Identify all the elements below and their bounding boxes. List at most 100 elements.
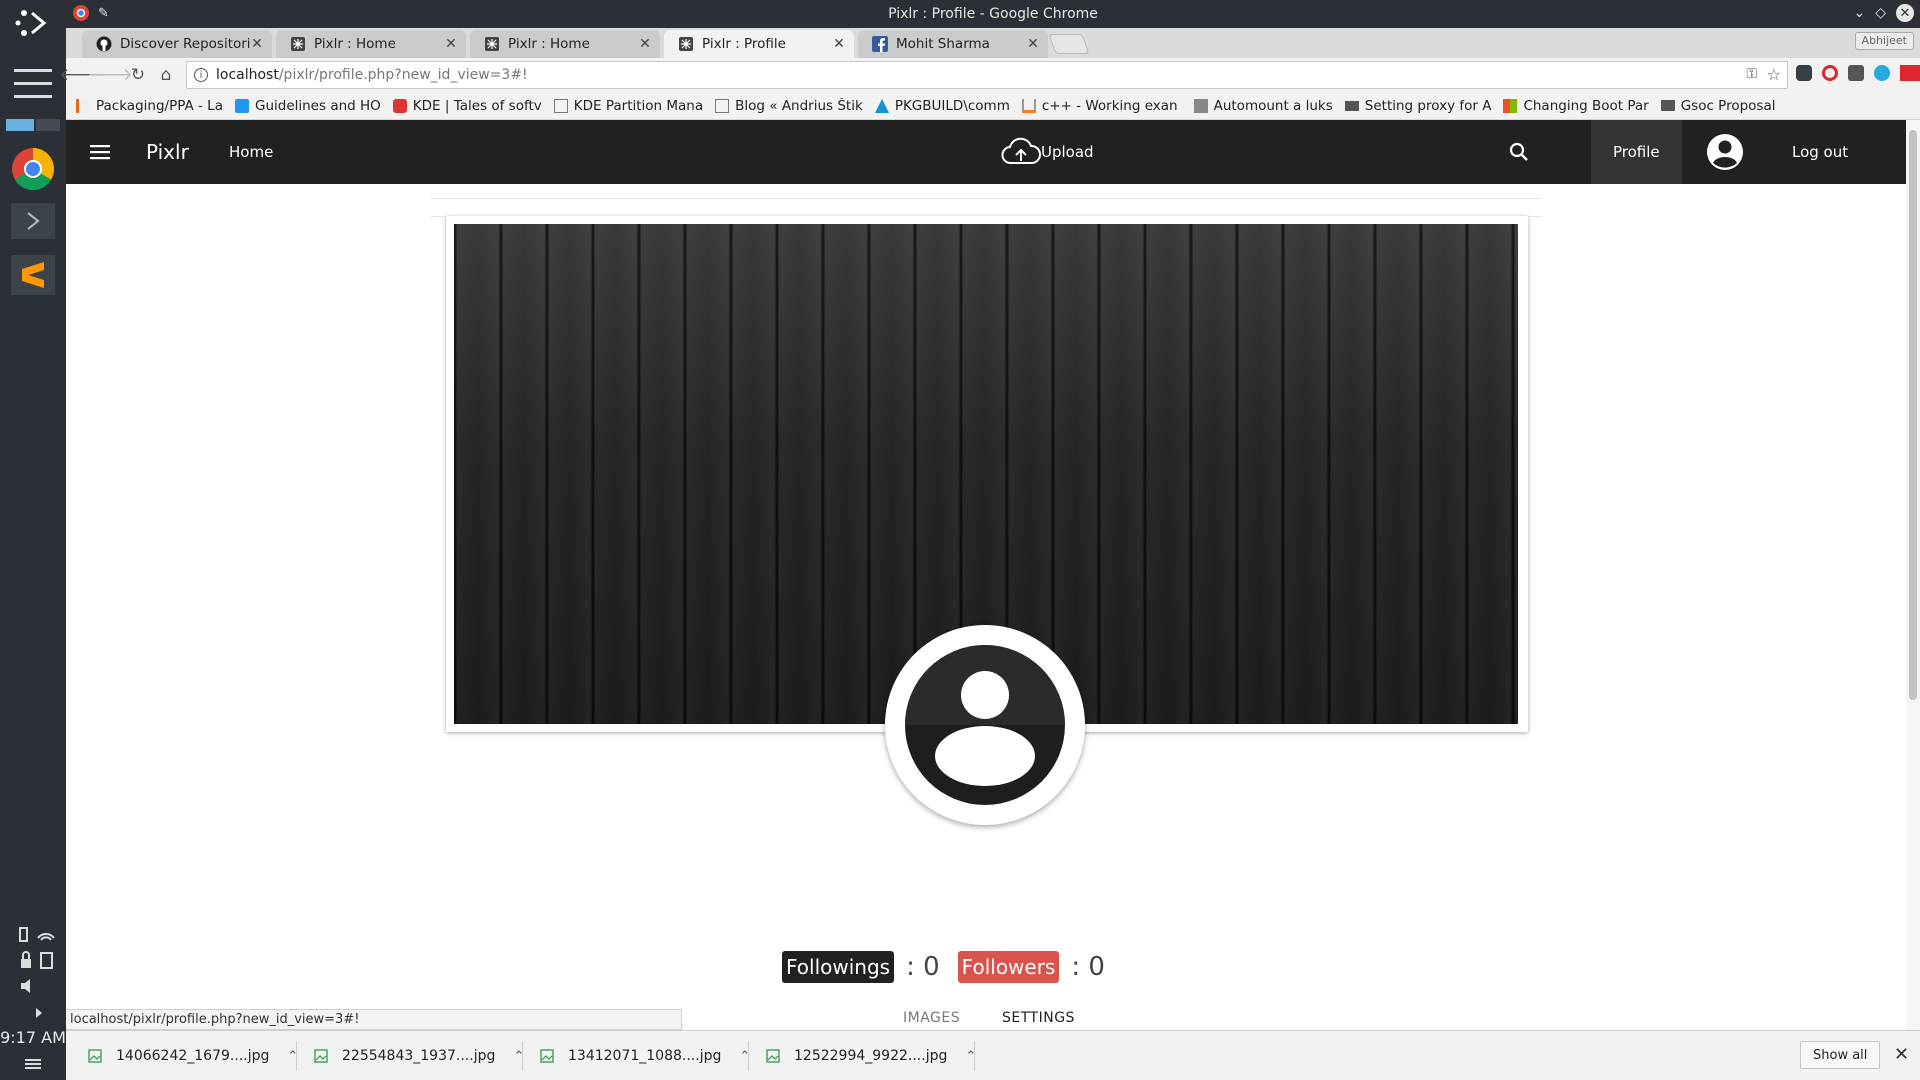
chrome-window-icon[interactable] — [72, 4, 90, 22]
menu-icon[interactable] — [0, 66, 66, 102]
bookmark-item[interactable]: Blog « Andrius Štik — [715, 98, 863, 114]
followings-badge[interactable]: Followings — [782, 951, 895, 983]
nav-home-link[interactable]: Home — [229, 120, 273, 184]
evernote-extension-icon[interactable] — [1796, 64, 1812, 81]
minimize-icon[interactable]: ⌄ — [1853, 5, 1865, 21]
sync-extension-icon[interactable] — [1874, 64, 1890, 81]
tab-settings[interactable]: SETTINGS — [1002, 1010, 1075, 1026]
tab-title: Discover Repositories — [120, 36, 250, 52]
tab-discover-repositories[interactable]: Discover Repositories ✕ — [82, 30, 272, 58]
facebook-icon — [872, 36, 888, 52]
key-icon[interactable]: ⚿ — [1746, 66, 1757, 82]
close-tab-icon[interactable]: ✕ — [832, 36, 846, 52]
page-scrollbar[interactable] — [1906, 120, 1920, 1030]
tab-title: Pixlr : Home — [508, 36, 590, 52]
status-url-bubble: localhost/pixlr/profile.php?new_id_view=… — [66, 1009, 682, 1030]
nav-upload-link[interactable]: Upload — [1001, 120, 1094, 184]
close-download-bar-icon[interactable]: ✕ — [1894, 1044, 1909, 1065]
profile-avatar[interactable] — [885, 625, 1085, 825]
tab-pixlr-home-1[interactable]: Pixlr : Home ✕ — [276, 30, 466, 58]
followers-count: : 0 — [1071, 952, 1105, 982]
close-tab-icon[interactable]: ✕ — [638, 36, 652, 52]
bookmark-star-icon[interactable]: ☆ — [1767, 65, 1781, 84]
image-file-icon — [766, 1049, 780, 1063]
brand-logo[interactable]: Pixlr — [146, 120, 189, 184]
github-icon — [96, 36, 112, 52]
divider — [431, 198, 1541, 199]
close-tab-icon[interactable]: ✕ — [444, 36, 458, 52]
expand-tray-icon[interactable] — [0, 1003, 66, 1023]
bookmark-item[interactable]: KDE | Tales of softv — [392, 98, 542, 114]
titlebar-left-icons: ✎ — [72, 4, 109, 22]
bookmark-item[interactable]: Changing Boot Par — [1503, 98, 1649, 114]
new-tab-button[interactable] — [1048, 34, 1090, 54]
chrome-taskbar-icon[interactable] — [0, 144, 66, 194]
hamburger-menu-icon[interactable] — [90, 120, 110, 184]
folder-icon — [1660, 100, 1675, 111]
sublime-taskbar-icon[interactable] — [0, 254, 66, 296]
bookmark-item[interactable]: c++ - Working exan — [1021, 98, 1178, 114]
gmail-extension-icon[interactable] — [1900, 64, 1920, 81]
kde-launcher-icon[interactable] — [0, 4, 66, 44]
panel-settings-icon[interactable] — [0, 1054, 66, 1074]
close-tab-icon[interactable]: ✕ — [250, 36, 264, 52]
tab-title: Mohit Sharma — [896, 36, 990, 52]
forward-button[interactable]: 🡒 — [87, 61, 133, 89]
systray-icons[interactable] — [0, 922, 66, 946]
bookmark-item[interactable]: Gsoc Proposal — [1660, 98, 1776, 114]
profile-badge[interactable]: Abhijeet — [1854, 32, 1914, 50]
pixlr-icon — [679, 37, 693, 51]
download-filename: 13412071_1088....jpg — [568, 1048, 722, 1064]
bookmark-item[interactable]: Packaging/PPA - La — [76, 98, 223, 114]
blog-icon — [392, 98, 407, 113]
separator — [522, 1041, 523, 1071]
nav-logout-link[interactable]: Log out — [1792, 120, 1848, 184]
scrollbar-thumb[interactable] — [1909, 130, 1917, 700]
tab-pixlr-profile[interactable]: Pixlr : Profile ✕ — [664, 30, 854, 58]
tab-strip: Discover Repositories ✕ Pixlr : Home ✕ P… — [66, 28, 1920, 58]
bookmark-item[interactable]: KDE Partition Mana — [553, 98, 703, 114]
bookmark-item[interactable]: Setting proxy for A — [1344, 98, 1491, 114]
nav-profile-link[interactable]: Profile — [1591, 120, 1682, 184]
close-window-icon[interactable]: ✕ — [1896, 4, 1914, 22]
close-tab-icon[interactable]: ✕ — [1026, 36, 1040, 52]
tab-pixlr-home-2[interactable]: Pixlr : Home ✕ — [470, 30, 660, 58]
download-item[interactable]: 12522994_9922....jpg ⌃ — [766, 1031, 976, 1080]
tab-images[interactable]: IMAGES — [903, 1010, 960, 1026]
bookmark-item[interactable]: Guidelines and HO — [234, 98, 381, 114]
download-item[interactable]: 13412071_1088....jpg ⌃ — [540, 1031, 750, 1080]
follow-stats: Followings : 0 Followers : 0 — [782, 950, 1115, 984]
separator — [974, 1041, 975, 1071]
stackoverflow-icon — [1021, 98, 1036, 113]
volume-icon[interactable] — [0, 975, 66, 997]
download-filename: 12522994_9922....jpg — [794, 1048, 948, 1064]
lock-clipboard-icons[interactable] — [0, 948, 66, 972]
terminal-taskbar-icon[interactable] — [0, 202, 66, 240]
address-bar[interactable]: i localhost/pixlr/profile.php?new_id_vie… — [186, 61, 1788, 89]
maximize-icon[interactable]: ◇ — [1875, 5, 1886, 21]
account-circle-icon[interactable] — [1706, 120, 1744, 184]
tab-title: Pixlr : Home — [314, 36, 396, 52]
search-icon[interactable] — [1509, 120, 1529, 184]
pin-icon[interactable]: ✎ — [98, 6, 109, 21]
download-item[interactable]: 22554843_1937....jpg ⌃ — [314, 1031, 524, 1080]
shield-extension-icon[interactable] — [1848, 64, 1864, 81]
bookmark-item[interactable]: PKGBUILD\comm — [874, 98, 1010, 114]
extensions: ⋮ — [1796, 63, 1920, 82]
pager-icon[interactable] — [0, 118, 66, 132]
show-all-button[interactable]: Show all — [1800, 1041, 1881, 1069]
info-icon[interactable]: i — [194, 68, 208, 82]
microsoft-icon — [1503, 98, 1518, 113]
tab-mohit-sharma[interactable]: Mohit Sharma ✕ — [858, 30, 1048, 58]
followers-badge[interactable]: Followers — [957, 951, 1060, 983]
opera-extension-icon[interactable] — [1822, 64, 1838, 81]
reload-button[interactable]: ↻ — [124, 61, 152, 89]
bookmark-item[interactable]: Automount a luks — [1190, 98, 1333, 114]
tab-title: Pixlr : Profile — [702, 36, 786, 52]
clock[interactable]: 9:17 AM — [0, 1028, 66, 1047]
kde-panel: 9:17 AM — [0, 0, 66, 1080]
download-item[interactable]: 14066242_1679....jpg ⌃ — [88, 1031, 298, 1080]
user-avatar-icon — [905, 645, 1065, 805]
followings-count: : 0 — [906, 952, 940, 982]
home-button[interactable]: ⌂ — [152, 61, 180, 89]
